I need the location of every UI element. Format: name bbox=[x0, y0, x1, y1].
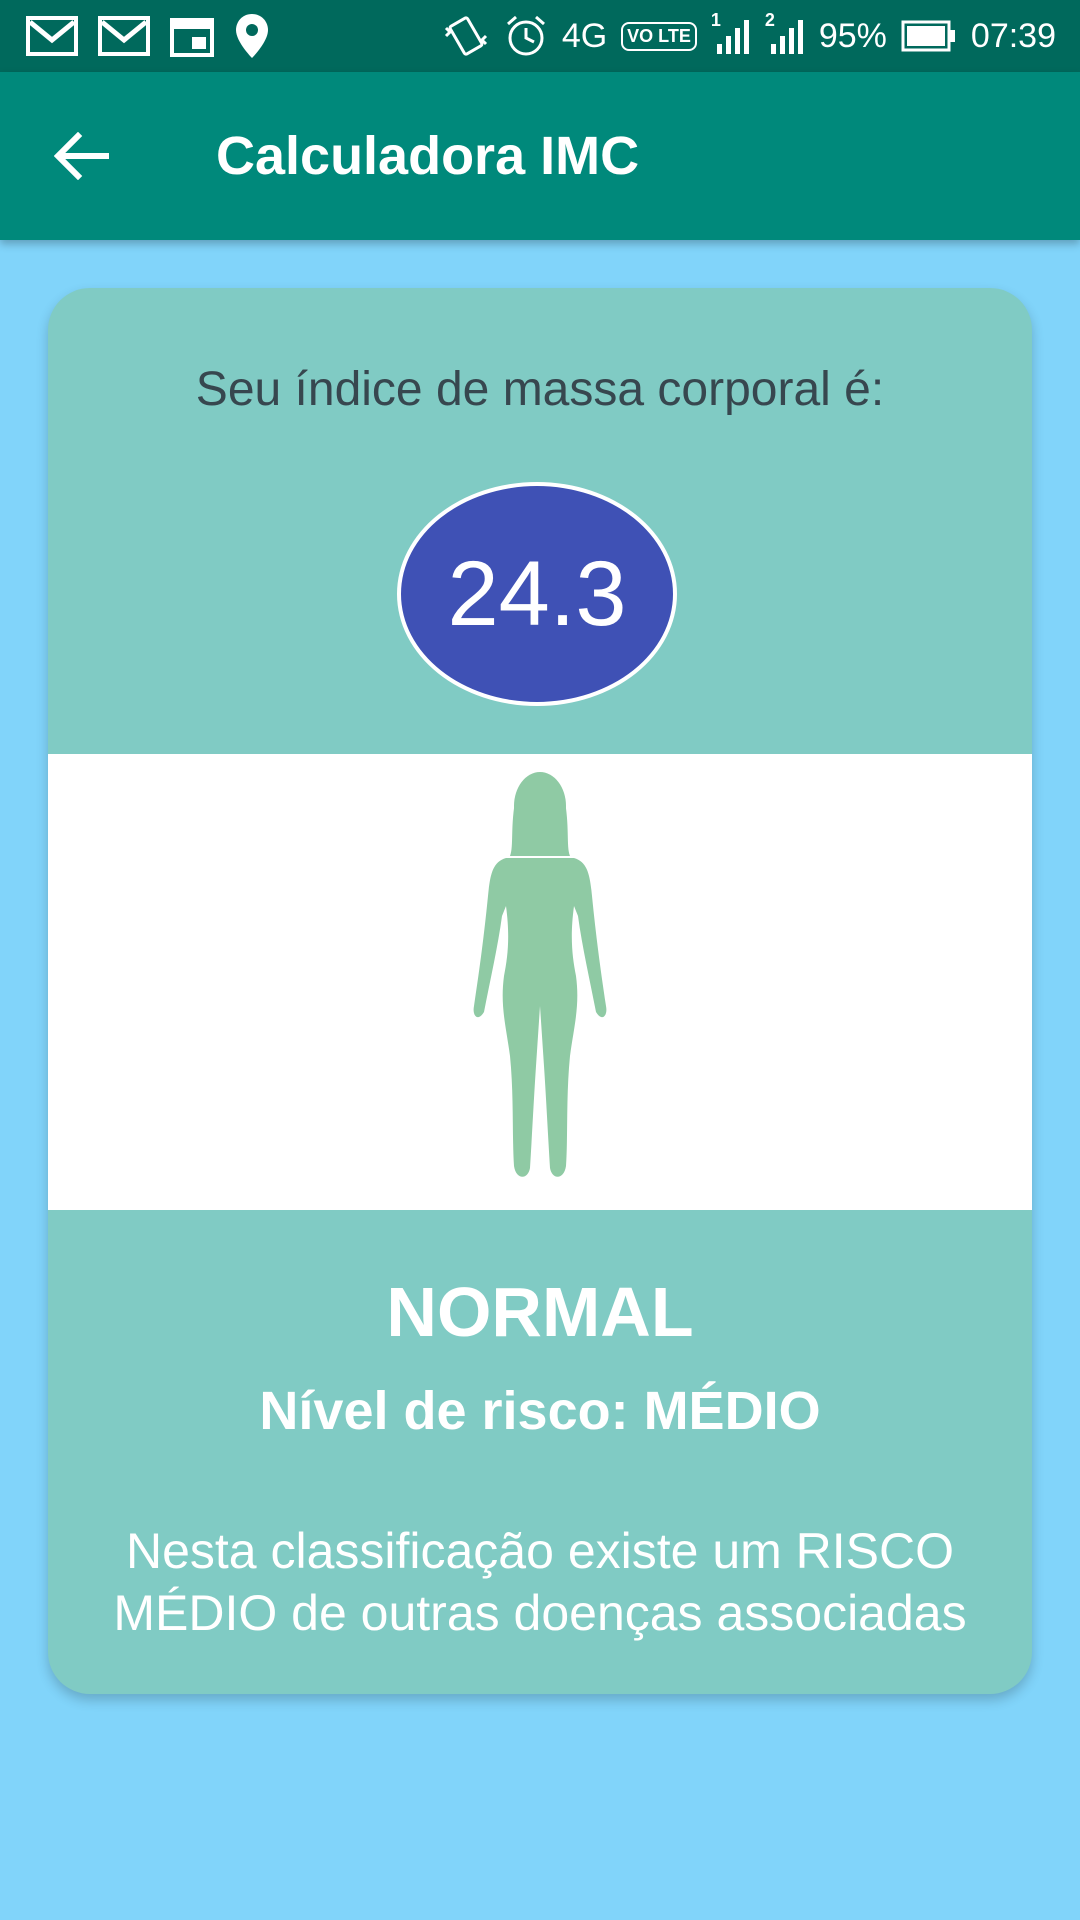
battery-percent: 95% bbox=[818, 16, 887, 55]
bmi-value: 24.3 bbox=[447, 542, 627, 645]
status-left bbox=[26, 12, 290, 60]
gmail-icon bbox=[98, 16, 150, 56]
network-type: 4G bbox=[561, 16, 608, 55]
female-silhouette-icon bbox=[473, 772, 607, 1177]
sim2-label: 2 bbox=[764, 10, 775, 30]
volte-badge: VO LTE bbox=[621, 21, 697, 51]
sim2-signal-icon: 2 bbox=[765, 10, 805, 58]
status-right: 4G VO LTE 1 2 95% 07:39 bbox=[428, 10, 1056, 58]
page-title: Calculadora IMC bbox=[216, 126, 640, 186]
classification-label: NORMAL bbox=[386, 1273, 694, 1351]
battery-icon bbox=[901, 20, 957, 52]
vibrate-icon bbox=[442, 14, 490, 58]
risk-level-label: Nível de risco: MÉDIO bbox=[259, 1381, 821, 1441]
alarm-icon bbox=[504, 14, 548, 58]
app-bar: Calculadora IMC bbox=[0, 72, 1080, 240]
sim1-signal-icon: 1 bbox=[711, 10, 751, 58]
calendar-icon bbox=[170, 15, 214, 57]
location-pin-icon bbox=[234, 12, 270, 60]
classification-description: Nesta classificação existe um RISCO MÉDI… bbox=[113, 1523, 967, 1641]
arrow-left-icon bbox=[54, 132, 109, 180]
clock: 07:39 bbox=[970, 16, 1056, 55]
bmi-value-badge: 24.3 bbox=[397, 482, 677, 706]
sim1-label: 1 bbox=[710, 10, 721, 30]
gmail-icon bbox=[26, 16, 78, 56]
figure-panel bbox=[48, 754, 1032, 1210]
status-bar: 4G VO LTE 1 2 95% 07:39 bbox=[0, 0, 1080, 72]
back-button[interactable] bbox=[22, 96, 142, 216]
result-heading: Seu índice de massa corporal é: bbox=[195, 363, 885, 416]
result-card: Seu índice de massa corporal é: 24.3 NOR… bbox=[48, 288, 1032, 1694]
